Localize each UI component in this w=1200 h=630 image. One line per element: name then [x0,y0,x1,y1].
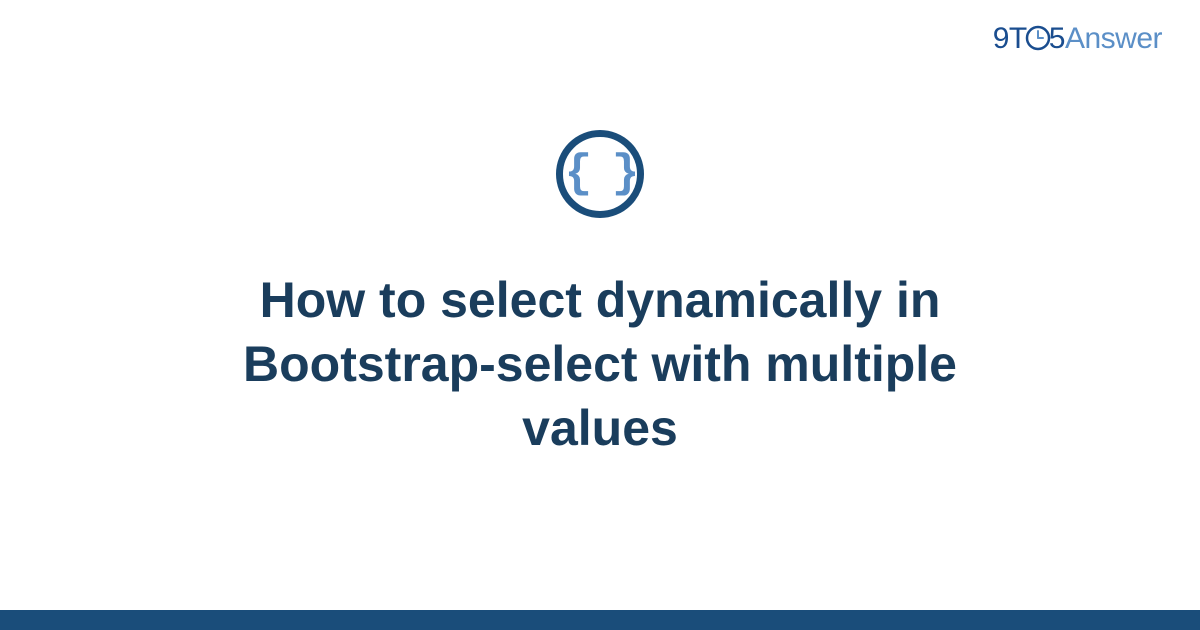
category-icon-circle: { } [556,130,644,218]
code-braces-icon: { } [565,151,636,197]
logo-part-9t: 9T [993,22,1027,55]
footer-bar [0,610,1200,630]
main-content: { } How to select dynamically in Bootstr… [0,130,1200,460]
logo-part-5: 5 [1049,22,1065,55]
site-logo: 9T 5Answer [993,22,1162,56]
logo-clock-icon [1025,25,1051,51]
article-title: How to select dynamically in Bootstrap-s… [120,268,1080,460]
logo-part-answer: Answer [1065,22,1162,55]
